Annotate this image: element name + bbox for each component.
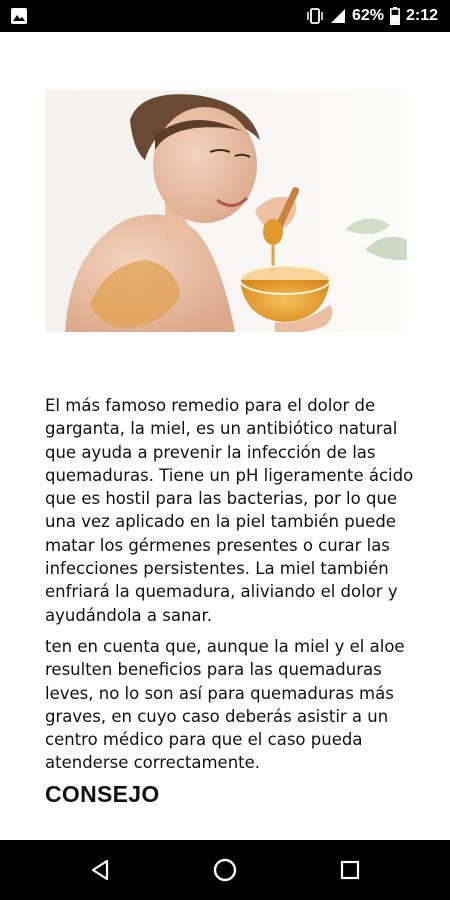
recents-button[interactable] <box>320 840 380 900</box>
article-content[interactable]: El más famoso remedio para el dolor de g… <box>0 32 450 840</box>
status-indicators: 62% 2:12 <box>306 0 438 32</box>
home-button[interactable] <box>195 840 255 900</box>
navigation-bar <box>0 840 450 900</box>
back-button[interactable] <box>70 840 130 900</box>
image-notification-icon <box>10 7 28 25</box>
article-paragraph-2: ten en cuenta que, aunque la miel y el a… <box>45 636 405 773</box>
back-icon <box>88 858 112 882</box>
home-icon <box>212 857 238 883</box>
article-paragraph-1: El más famoso remedio para el dolor de g… <box>45 396 414 625</box>
battery-percent: 62% <box>351 7 384 24</box>
recents-icon <box>339 859 361 881</box>
status-bar: 62% 2:12 <box>0 0 450 32</box>
signal-icon <box>330 8 346 24</box>
article-body: El más famoso remedio para el dolor de g… <box>45 394 415 806</box>
tip-heading: CONSEJO <box>45 780 160 807</box>
woman-with-honey-bowl-photo <box>45 90 407 334</box>
clock: 2:12 <box>405 7 438 24</box>
hero-image <box>45 90 407 334</box>
vibrate-icon <box>306 7 324 25</box>
battery-icon <box>389 7 400 25</box>
